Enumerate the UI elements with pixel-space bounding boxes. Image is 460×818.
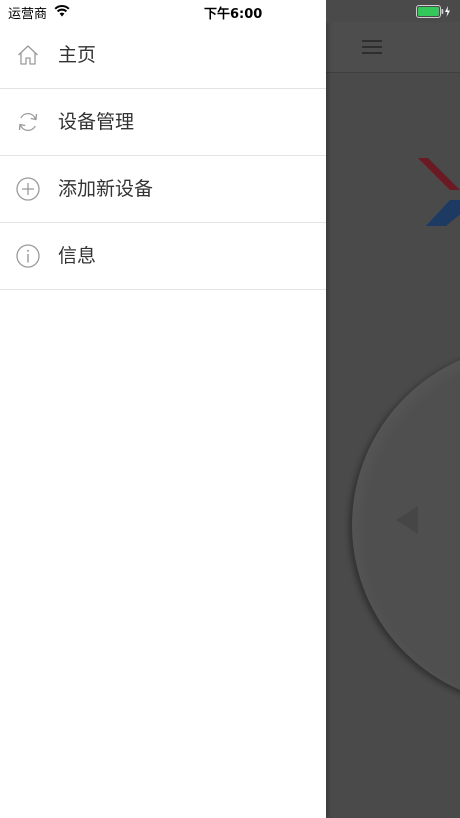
hamburger-menu-icon[interactable] bbox=[362, 40, 382, 54]
menu-item-label: 设备管理 bbox=[58, 111, 135, 133]
menu-item-info[interactable]: 信息 bbox=[0, 223, 326, 290]
menu-item-label: 信息 bbox=[58, 245, 97, 267]
left-arrow-icon[interactable] bbox=[396, 506, 418, 534]
add-circle-icon bbox=[16, 177, 40, 201]
menu-item-label: 添加新设备 bbox=[58, 178, 154, 200]
side-drawer: 主页 设备管理 添加新设备 信息 bbox=[0, 22, 326, 818]
brand-logo-icon bbox=[418, 158, 460, 226]
wifi-icon bbox=[54, 4, 70, 17]
menu-item-device-management[interactable]: 设备管理 bbox=[0, 89, 326, 156]
menu-item-add-device[interactable]: 添加新设备 bbox=[0, 156, 326, 223]
clock-label: 下午6:00 bbox=[204, 7, 263, 22]
refresh-icon bbox=[18, 112, 38, 132]
app-screen: 运营商 下午6:00 主页 设备管理 添加新设备 信息 bbox=[0, 0, 460, 818]
info-icon bbox=[16, 244, 40, 268]
battery-charging-icon bbox=[416, 5, 450, 18]
menu-item-home[interactable]: 主页 bbox=[0, 22, 326, 89]
menu-item-label: 主页 bbox=[58, 44, 97, 66]
status-bar: 运营商 下午6:00 bbox=[0, 0, 460, 22]
carrier-label: 运营商 bbox=[8, 7, 48, 22]
home-icon bbox=[18, 45, 38, 65]
